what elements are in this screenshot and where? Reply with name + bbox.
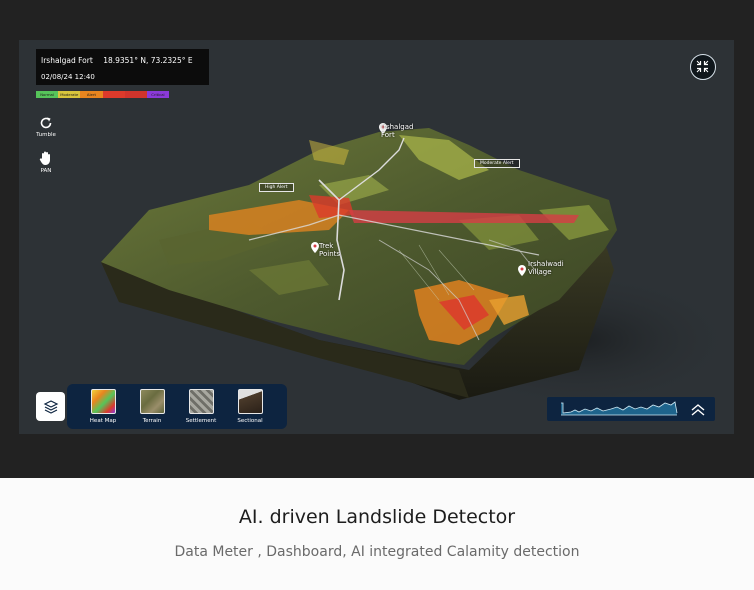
heatmap-icon	[90, 389, 116, 414]
layer-heat-map-label: Heat Map	[89, 418, 117, 424]
location-datetime: 02/08/24 12:40	[41, 73, 95, 81]
legend-alert: Alert	[80, 91, 103, 98]
legend-high	[102, 91, 125, 98]
caption-title: AI. driven Landslide Detector	[238, 506, 516, 528]
legend-severe	[124, 91, 147, 98]
expand-up-icon[interactable]	[690, 401, 706, 417]
map-viewport[interactable]: Irshalgad Fort Trek Points Irshalwadi Vi…	[19, 40, 734, 434]
sectional-icon	[237, 389, 263, 414]
layers-icon	[43, 399, 58, 414]
legend-critical: Critical	[146, 91, 170, 98]
exit-fullscreen-button[interactable]	[690, 54, 716, 80]
layer-settlement-label: Settlement	[185, 418, 217, 424]
pan-label: PAN	[40, 168, 52, 174]
location-name: Irshalgad Fort	[41, 56, 93, 65]
data-meter-panel[interactable]	[547, 397, 715, 421]
village-map-label: Irshalwadi Village	[528, 260, 564, 276]
layer-sectional[interactable]: Sectional	[230, 389, 270, 424]
tumble-tool-button[interactable]: Tumble	[31, 116, 61, 138]
caption-subtitle: Data Meter , Dashboard, AI integrated Ca…	[174, 544, 580, 560]
fort-map-label: Irshalgad Fort	[381, 123, 414, 139]
terrain-icon	[139, 389, 165, 414]
location-coordinates: 18.9351° N, 73.2325° E	[103, 56, 193, 65]
data-meter-sparkline	[561, 401, 678, 416]
layers-toggle-button[interactable]	[36, 392, 65, 421]
layer-terrain[interactable]: Terrain	[132, 389, 172, 424]
app-stage: Irshalgad Fort Trek Points Irshalwadi Vi…	[0, 0, 754, 478]
location-info-panel: Irshalgad Fort 18.9351° N, 73.2325° E 02…	[36, 49, 209, 85]
layer-terrain-label: Terrain	[142, 418, 162, 424]
settlement-icon	[188, 389, 214, 414]
compress-icon	[696, 60, 709, 73]
legend-normal: Normal	[36, 91, 59, 98]
tumble-label: Tumble	[36, 132, 56, 138]
legend-moderate: Moderate	[58, 91, 81, 98]
terrain-3d-model[interactable]	[19, 40, 734, 434]
rotate-icon	[40, 117, 52, 129]
layer-settlement[interactable]: Settlement	[181, 389, 221, 424]
hand-icon	[39, 151, 50, 165]
high-alert-tag[interactable]: High Alert	[259, 183, 294, 192]
risk-legend-bar: Normal Moderate Alert Critical	[36, 91, 170, 98]
moderate-alert-tag[interactable]: Moderate Alert	[474, 159, 520, 168]
map-layer-panel: Heat Map Terrain Settlement Sectional	[67, 384, 287, 429]
pan-tool-button[interactable]: PAN	[31, 150, 61, 174]
layer-sectional-label: Sectional	[237, 418, 263, 424]
trek-map-label: Trek Points	[319, 242, 341, 258]
layer-heat-map[interactable]: Heat Map	[83, 389, 123, 424]
